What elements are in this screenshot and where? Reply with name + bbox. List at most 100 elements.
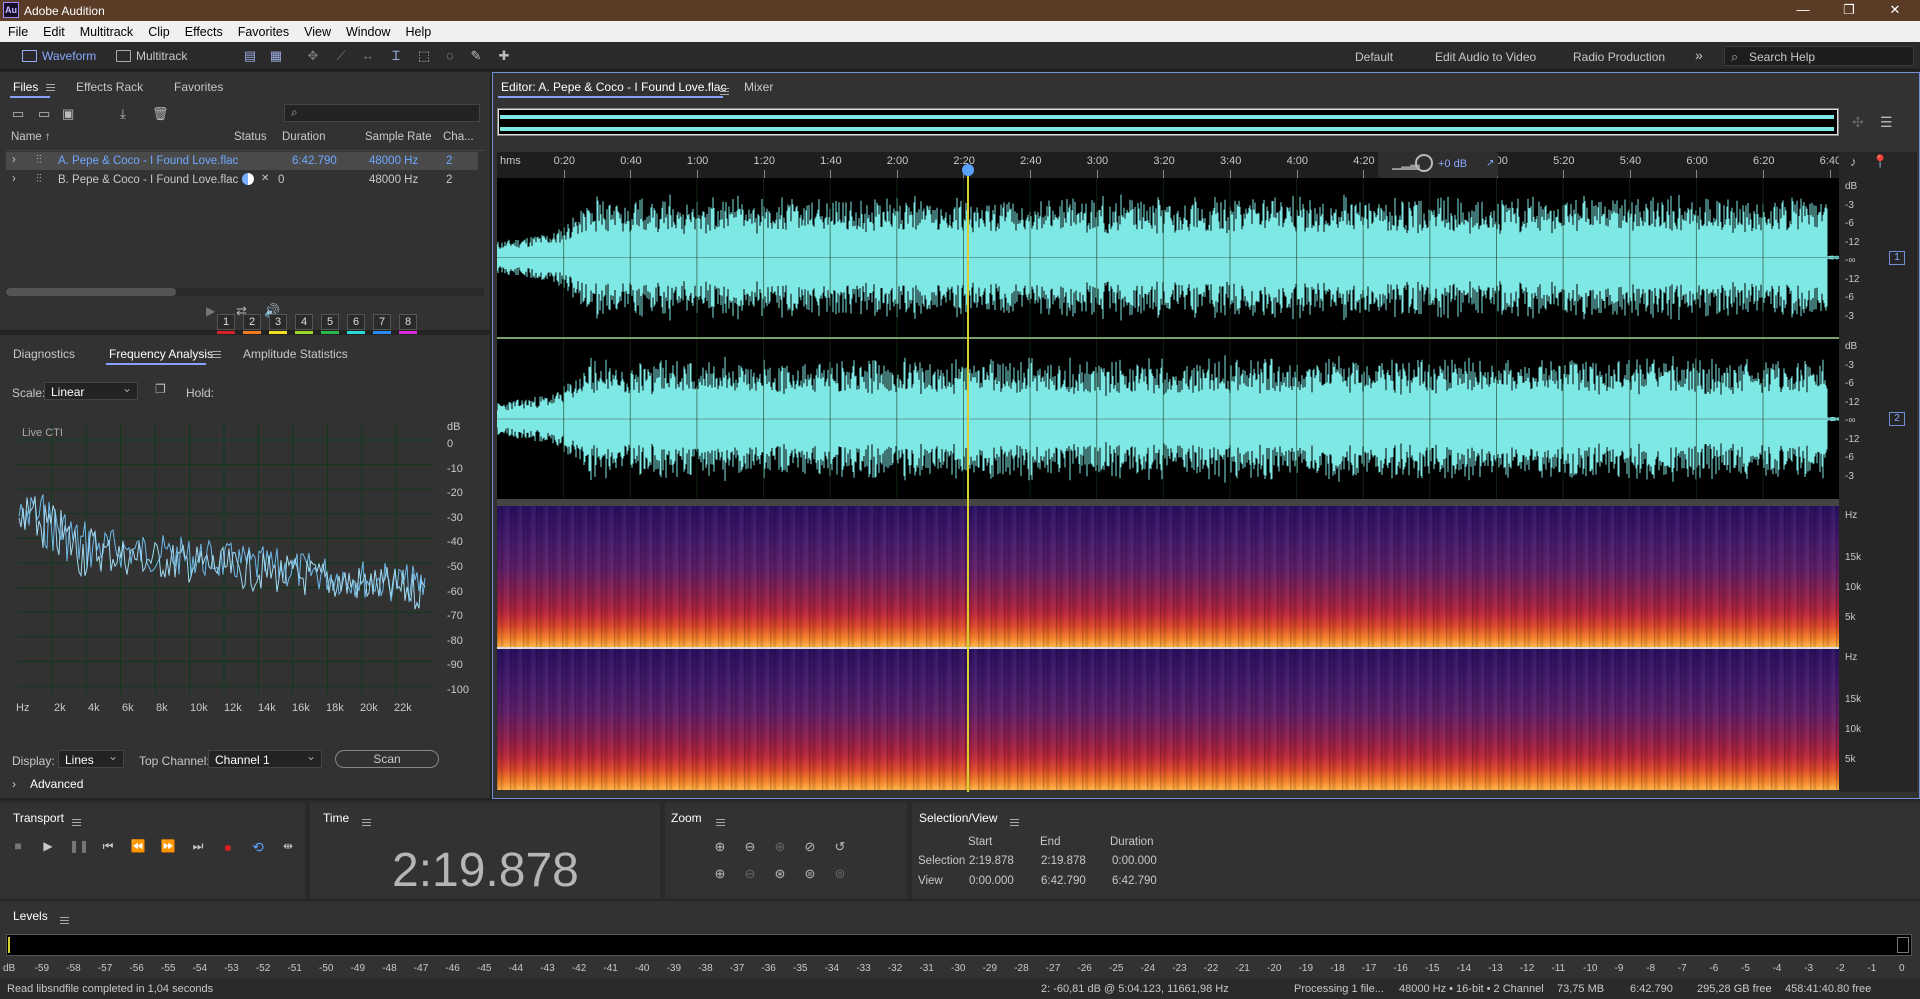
selection-start[interactable]: 2:19.878 [969, 855, 1014, 867]
hold-button-2[interactable]: 2 [243, 314, 261, 330]
hold-button-8[interactable]: 8 [399, 314, 417, 330]
new-file-icon[interactable]: ▣ [62, 106, 74, 122]
frequency-menu-icon[interactable] [212, 351, 221, 358]
display-dropdown[interactable]: Lines [58, 749, 124, 768]
zoom-in-amplitude-icon[interactable]: ⊕ [711, 839, 729, 857]
overview-navigator[interactable] [497, 108, 1839, 136]
column-channels[interactable]: Cha... [443, 131, 474, 143]
playhead[interactable] [966, 168, 969, 792]
maximize-button[interactable]: ❐ [1826, 0, 1872, 21]
clip-indicator[interactable] [1897, 937, 1909, 953]
zoom-selected-track-icon[interactable]: ⊚ [831, 866, 849, 884]
menu-favorites[interactable]: Favorites [230, 21, 296, 39]
zoom-out-amplitude-icon[interactable]: ⊖ [741, 839, 759, 857]
razor-tool-icon[interactable]: ⟋ [333, 49, 349, 63]
column-sample-rate[interactable]: Sample Rate [365, 131, 431, 143]
column-duration[interactable]: Duration [282, 131, 325, 143]
tab-favorites[interactable]: Favorites [174, 80, 223, 94]
time-selection-tool-icon[interactable]: Ɪ [388, 49, 404, 63]
scroll-thumb[interactable] [6, 288, 176, 296]
move-to-next-button[interactable]: ⏭ [189, 839, 207, 855]
volume-knob[interactable] [1415, 154, 1433, 172]
view-start[interactable]: 0:00.000 [969, 875, 1014, 887]
editor-menu-icon[interactable] [720, 88, 729, 96]
waveform-channel-1[interactable] [496, 178, 1840, 337]
lasso-tool-icon[interactable]: ◌ [442, 49, 458, 63]
menu-effects[interactable]: Effects [177, 21, 230, 39]
spectral-display-icon[interactable]: ▤ [242, 49, 258, 63]
move-to-previous-button[interactable]: ⏮ [99, 839, 117, 855]
menu-edit[interactable]: Edit [35, 21, 72, 39]
view-end[interactable]: 6:42.790 [1041, 875, 1086, 887]
spot-healing-tool-icon[interactable]: ✚ [496, 49, 512, 63]
column-status[interactable]: Status [234, 131, 267, 143]
time-menu-icon[interactable] [362, 819, 371, 827]
scale-dropdown[interactable]: Linear [44, 381, 138, 400]
hold-button-7[interactable]: 7 [373, 314, 391, 330]
scan-button[interactable]: Scan [335, 750, 439, 768]
tab-effects-rack[interactable]: Effects Rack [76, 80, 143, 94]
tab-editor[interactable]: Editor: A. Pepe & Coco - I Found Love.fl… [501, 80, 726, 94]
workspace-radio-production[interactable]: Radio Production [1573, 50, 1665, 64]
overview-view-range[interactable] [498, 109, 1838, 135]
menu-window[interactable]: Window [338, 21, 397, 39]
menu-file[interactable]: File [0, 21, 35, 39]
files-search-input[interactable]: ⌕ [284, 104, 480, 122]
brush-tool-icon[interactable]: ✎ [468, 49, 484, 63]
slip-tool-icon[interactable]: ↔ [360, 49, 376, 63]
open-file-icon[interactable]: ▭ [12, 106, 24, 122]
tab-diagnostics[interactable]: Diagnostics [13, 347, 75, 361]
column-name[interactable]: Name ↑ [11, 131, 51, 143]
selection-view-menu-icon[interactable] [1010, 819, 1019, 827]
move-tool-icon[interactable]: ✥ [305, 49, 321, 63]
tab-files[interactable]: Files [13, 80, 38, 94]
channel-2-enable[interactable]: 2 [1889, 412, 1905, 426]
marker-pin-icon[interactable]: 📍 [1872, 154, 1888, 170]
loop-playback-button[interactable]: ⟲ [249, 839, 267, 855]
tab-mixer[interactable]: Mixer [744, 80, 773, 94]
play-preview-icon[interactable]: ▶ [206, 304, 215, 318]
zoom-out-time-icon[interactable]: ⊖ [741, 866, 759, 884]
hold-button-4[interactable]: 4 [295, 314, 313, 330]
advanced-chevron-icon[interactable]: › [12, 777, 16, 791]
more-workspaces-button[interactable]: » [1695, 47, 1703, 63]
menu-multitrack[interactable]: Multitrack [72, 21, 140, 39]
levels-menu-icon[interactable] [60, 917, 69, 925]
cancel-load-icon[interactable]: ✕ [261, 173, 269, 184]
workspace-edit-audio-to-video[interactable]: Edit Audio to Video [1435, 50, 1536, 64]
spectrogram-channel-1[interactable] [497, 506, 1839, 647]
multitrack-view-button[interactable]: Multitrack [112, 46, 187, 66]
selection-duration[interactable]: 0:00.000 [1112, 855, 1157, 867]
zoom-menu-icon[interactable] [716, 819, 725, 827]
table-row[interactable]: › ⫶⫶ A. Pepe & Coco - I Found Love.flac … [6, 152, 478, 170]
menu-clip[interactable]: Clip [140, 21, 177, 39]
tab-frequency-analysis[interactable]: Frequency Analysis [109, 347, 213, 361]
zoom-to-selection-icon[interactable]: ⊛ [771, 866, 789, 884]
expand-chevron-icon[interactable]: › [12, 154, 16, 166]
transport-menu-icon[interactable] [72, 819, 81, 827]
play-button[interactable]: ▶ [39, 839, 57, 855]
menu-view[interactable]: View [296, 21, 338, 39]
overlay-icon[interactable]: ❐ [155, 382, 166, 396]
tab-amplitude-statistics[interactable]: Amplitude Statistics [243, 347, 348, 361]
horizontal-scrollbar[interactable] [6, 288, 484, 296]
record-button[interactable]: ● [219, 839, 237, 855]
advanced-toggle[interactable]: Advanced [30, 777, 83, 791]
channel-1-enable[interactable]: 1 [1889, 251, 1905, 265]
pause-button[interactable]: ❚❚ [69, 839, 89, 855]
spectral-splitter[interactable] [497, 499, 1839, 506]
zoom-out-full-icon[interactable]: ⊘ [801, 839, 819, 857]
top-channel-dropdown[interactable]: Channel 1 [208, 749, 322, 768]
hold-button-1[interactable]: 1 [217, 314, 235, 330]
pin-hud-icon[interactable]: ↗ [1486, 158, 1494, 169]
expand-chevron-icon[interactable]: › [12, 173, 16, 185]
zoom-full-icon[interactable]: ⊜ [801, 866, 819, 884]
hold-button-6[interactable]: 6 [347, 314, 365, 330]
zoom-reset-icon[interactable]: ↺ [831, 839, 849, 857]
search-help-input[interactable]: ⌕ Search Help [1724, 46, 1914, 66]
files-menu-icon[interactable] [46, 84, 55, 91]
marquee-tool-icon[interactable]: ⬚ [416, 49, 432, 63]
hold-button-5[interactable]: 5 [321, 314, 339, 330]
menu-help[interactable]: Help [397, 21, 438, 39]
editor-layout-icon[interactable]: ☰ [1880, 114, 1893, 131]
